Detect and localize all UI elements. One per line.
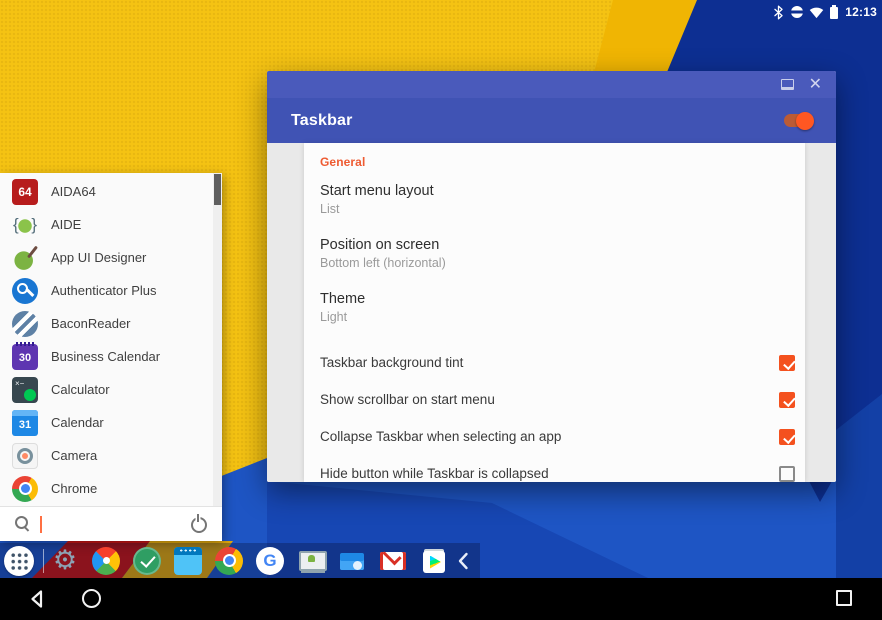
taskbar-app-display[interactable] [297,547,325,575]
close-icon[interactable]: ✕ [809,77,822,93]
maximize-icon[interactable] [781,79,794,90]
home-button[interactable] [82,589,101,608]
collapse-taskbar-icon[interactable] [457,552,469,570]
taskbar-app-google[interactable] [256,547,284,575]
check-label: Taskbar background tint [320,355,779,370]
start-menu-item-appui[interactable]: App UI Designer [0,241,213,274]
pref-item-start-menu-layout[interactable]: Start menu layout List [304,173,805,227]
taskbar-app-folder[interactable] [338,547,366,575]
check-row-hide-button-while-taskbar-is-collapsed[interactable]: Hide button while Taskbar is collapsed [304,455,805,482]
app-label: App UI Designer [51,250,146,265]
checkbox[interactable] [779,392,795,408]
pref-value: Light [320,309,789,325]
service-toggle[interactable] [784,114,812,127]
baconreader-icon [12,311,38,337]
taskbar-settings-window: ✕ Taskbar General Start menu layout List… [267,71,836,482]
taskbar-app-photos[interactable] [92,547,120,575]
taskbar-app-flashcards[interactable] [174,547,202,575]
toggle-thumb [796,112,814,130]
start-button[interactable] [4,546,34,576]
check-row-collapse-taskbar-when-selecting-an-app[interactable]: Collapse Taskbar when selecting an app [304,418,805,455]
status-bar: 12:13 [0,0,882,24]
checkbox-list: Taskbar background tint Show scrollbar o… [304,344,805,482]
start-menu-item-calculator[interactable]: Calculator [0,373,213,406]
window-appbar: Taskbar [267,98,836,143]
window-caption: ✕ [267,71,836,98]
status-time: 12:13 [845,5,877,19]
preference-list: Start menu layout List Position on scree… [304,173,805,335]
check-label: Show scrollbar on start menu [320,392,779,407]
recents-button[interactable] [836,590,852,606]
appui-icon [12,245,38,271]
taskbar-app-settings[interactable] [51,547,79,575]
calendar-icon [12,410,38,436]
start-menu: AIDA64 AIDE App UI Designer Authenticato… [0,173,222,541]
start-menu-item-camera[interactable]: Camera [0,439,213,472]
start-menu-item-chrome[interactable]: Chrome [0,472,213,505]
app-label: Camera [51,448,97,463]
calculator-icon [12,377,38,403]
taskbar-app-play[interactable] [420,547,448,575]
app-label: Chrome [51,481,97,496]
aida64-icon [12,179,38,205]
wifi-icon [809,6,824,19]
app-label: Business Calendar [51,349,160,364]
checkbox[interactable] [779,466,795,482]
bluetooth-icon [772,5,785,20]
section-label: General [320,155,789,169]
checkbox[interactable] [779,429,795,445]
pref-item-position-on-screen[interactable]: Position on screen Bottom left (horizont… [304,227,805,281]
start-menu-item-baconreader[interactable]: BaconReader [0,307,213,340]
pref-item-theme[interactable]: Theme Light [304,281,805,335]
pref-label: Theme [320,290,789,308]
taskbar-app-greencheck[interactable] [133,547,161,575]
pref-value: Bottom left (horizontal) [320,255,789,271]
check-label: Collapse Taskbar when selecting an app [320,429,779,444]
start-menu-item-aide[interactable]: AIDE [0,208,213,241]
taskbar-app-icons [51,547,448,575]
start-menu-item-calendar[interactable]: Calendar [0,406,213,439]
taskbar-app-gmail[interactable] [379,547,407,575]
start-menu-search-bar [0,506,222,541]
back-button[interactable] [28,589,48,609]
app-label: Calendar [51,415,104,430]
settings-card: General Start menu layout List Position … [304,143,805,482]
start-menu-item-authplus[interactable]: Authenticator Plus [0,274,213,307]
taskbar [0,543,480,578]
window-content: General Start menu layout List Position … [267,143,836,482]
battery-icon [830,7,838,19]
app-label: AIDE [51,217,81,232]
check-row-taskbar-background-tint[interactable]: Taskbar background tint [304,344,805,381]
authplus-icon [12,278,38,304]
aide-icon [12,212,38,238]
chrome-icon [12,476,38,502]
pref-label: Position on screen [320,236,789,254]
app-label: AIDA64 [51,184,96,199]
app-label: Calculator [51,382,110,397]
buscal-icon [12,344,38,370]
check-label: Hide button while Taskbar is collapsed [320,466,779,481]
camera-icon [12,443,38,469]
check-row-show-scrollbar-on-start-menu[interactable]: Show scrollbar on start menu [304,381,805,418]
checkbox[interactable] [779,355,795,371]
do-not-disturb-icon [791,6,803,18]
taskbar-divider [43,549,44,573]
taskbar-app-chrome[interactable] [215,547,243,575]
start-menu-scrollbar[interactable] [213,173,222,506]
scrollbar-thumb[interactable] [214,174,221,205]
search-icon [14,515,32,533]
pref-value: List [320,201,789,217]
start-menu-app-list: AIDA64 AIDE App UI Designer Authenticato… [0,173,213,506]
start-menu-item-buscal[interactable]: Business Calendar [0,340,213,373]
app-label: Authenticator Plus [51,283,157,298]
window-title: Taskbar [291,112,784,130]
screen: 12:13 ✕ Taskbar General Start menu layou… [0,0,882,620]
app-label: BaconReader [51,316,131,331]
pref-label: Start menu layout [320,182,789,200]
navigation-bar [0,578,882,620]
power-icon[interactable] [190,515,208,533]
start-menu-item-aida64[interactable]: AIDA64 [0,175,213,208]
search-input[interactable] [42,507,190,541]
